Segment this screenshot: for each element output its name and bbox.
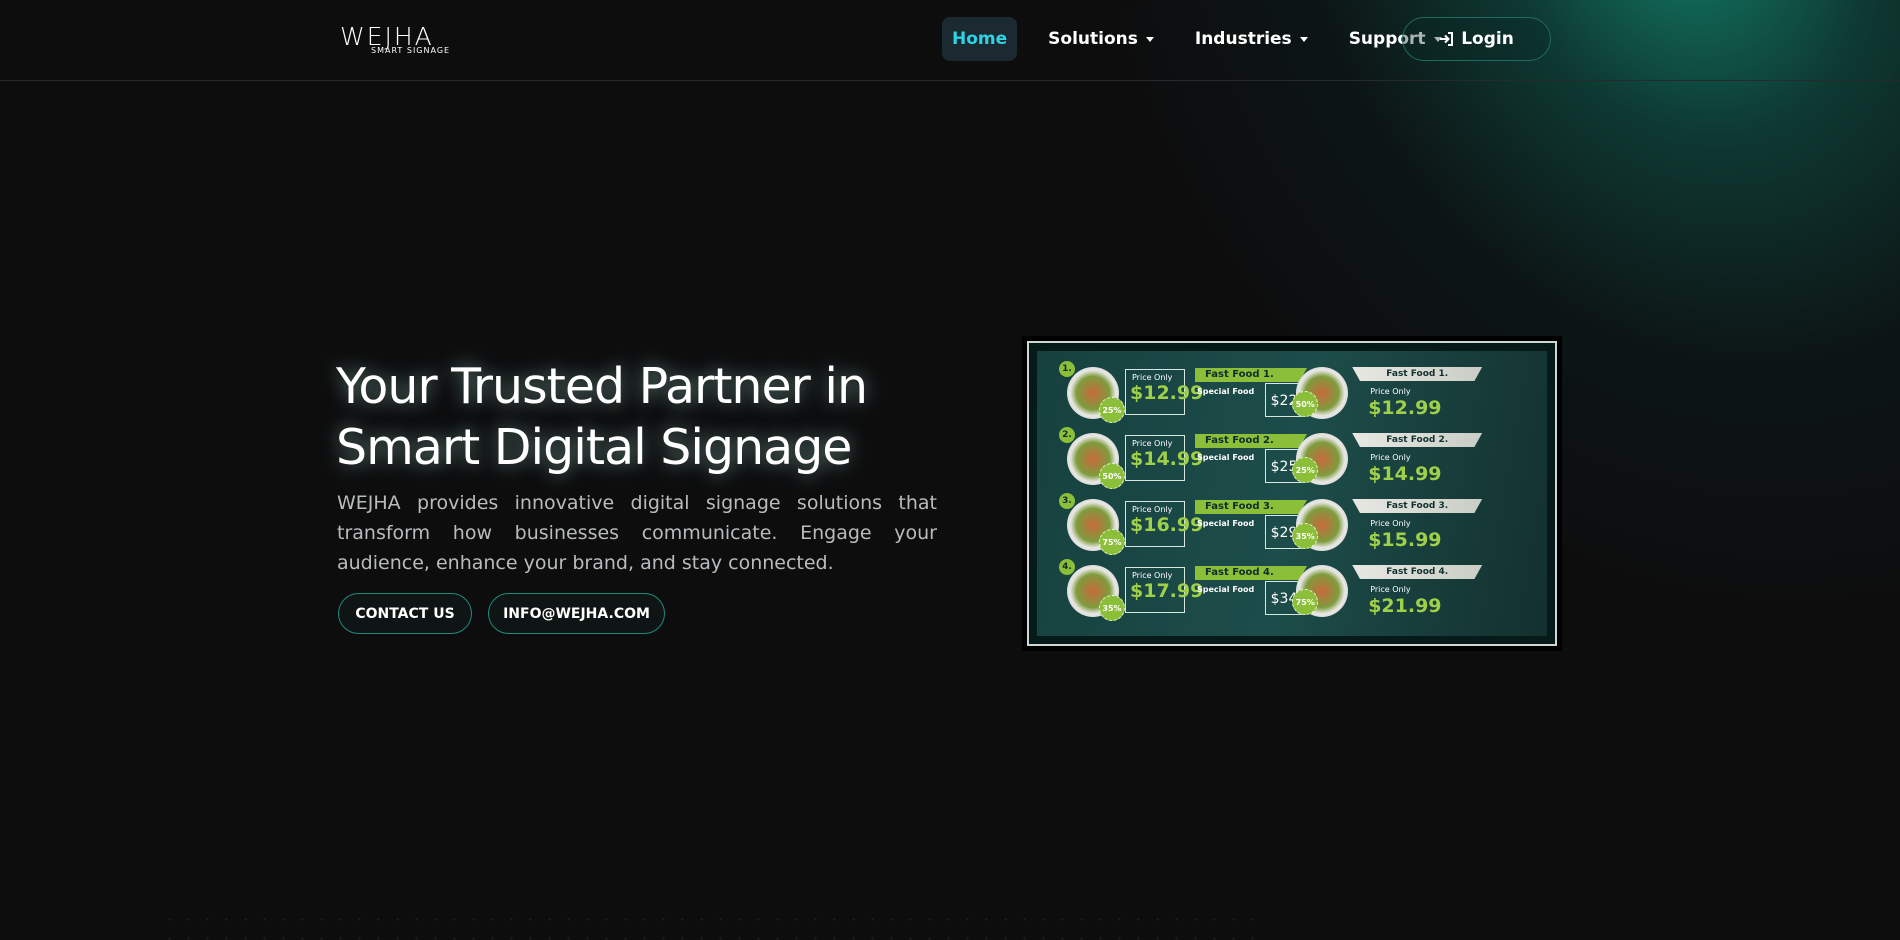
contact-us-button[interactable]: CONTACT US [338, 593, 472, 634]
price-label: Price Only [1370, 585, 1411, 594]
caret-down-icon [1299, 36, 1308, 42]
nav-item-label: Industries [1194, 29, 1292, 49]
item-tag: Fast Food 4. [1195, 566, 1307, 580]
item-tag: Fast Food 1. [1352, 367, 1483, 381]
price-label: Price Only [1132, 571, 1173, 580]
price-value: $21.99 [1368, 595, 1442, 617]
menu-item: 35% Fast Food 3. Price Only $15.99 [1292, 493, 1541, 559]
main-nav: Home Solutions Industries Support [942, 17, 1473, 61]
item-number: 4. [1059, 559, 1075, 575]
price-label: Price Only [1132, 439, 1173, 448]
item-tag: Fast Food 1. [1195, 368, 1307, 382]
item-tag: Fast Food 2. [1195, 434, 1307, 448]
menu-item: 2. 50% Price Only $14.99 Fast Food 2. Sp… [1045, 427, 1307, 493]
discount-badge: 75% [1099, 529, 1125, 555]
item-number: 3. [1059, 493, 1075, 509]
item-name: Special Food [1197, 519, 1255, 528]
discount-badge: 35% [1099, 595, 1125, 621]
menu-right-column: 50% Fast Food 1. Price Only $12.99 25% F… [1292, 361, 1541, 625]
price-label: Price Only [1370, 453, 1411, 462]
item-tag: Fast Food 3. [1352, 499, 1483, 513]
menu-item: 25% Fast Food 2. Price Only $14.99 [1292, 427, 1541, 493]
price-value: $16.99 [1130, 514, 1204, 536]
price-label: Price Only [1132, 505, 1173, 514]
price-value: $14.99 [1130, 448, 1204, 470]
menu-item: 3. 75% Price Only $16.99 Fast Food 3. Sp… [1045, 493, 1307, 559]
price-box: Price Only $14.99 [1125, 435, 1204, 481]
nav-item-solutions[interactable]: Solutions [1038, 17, 1164, 61]
login-label: Login [1461, 29, 1514, 49]
price-label: Price Only [1132, 373, 1173, 382]
discount-badge: 50% [1099, 463, 1125, 489]
item-tag: Fast Food 2. [1352, 433, 1483, 447]
signage-display-frame: 1. 25% Price Only $12.99 Fast Food 1. Sp… [1027, 341, 1557, 646]
nav-item-label: Home [952, 29, 1008, 49]
price-label: Price Only [1370, 519, 1411, 528]
price-value: $14.99 [1368, 463, 1442, 485]
price-value: $12.99 [1130, 382, 1204, 404]
hero-description: WEJHA provides innovative digital signag… [337, 492, 937, 574]
item-name: Special Food [1197, 585, 1255, 594]
hero-title: Your Trusted Partner in Smart Digital Si… [336, 356, 956, 478]
menu-item: 1. 25% Price Only $12.99 Fast Food 1. Sp… [1045, 361, 1307, 427]
caret-down-icon [1145, 36, 1154, 42]
item-number: 2. [1059, 427, 1075, 443]
price-value: $17.99 [1130, 580, 1204, 602]
menu-left-column: 1. 25% Price Only $12.99 Fast Food 1. Sp… [1045, 361, 1307, 625]
item-tag: Fast Food 3. [1195, 500, 1307, 514]
price-box: Price Only $12.99 [1125, 369, 1204, 415]
decorative-dot-grid [160, 910, 1260, 940]
discount-badge: 25% [1099, 397, 1125, 423]
menu-item: 4. 35% Price Only $17.99 Fast Food 4. Sp… [1045, 559, 1307, 625]
menu-item: 50% Fast Food 1. Price Only $12.99 [1292, 361, 1541, 427]
price-box: Price Only $16.99 [1125, 501, 1204, 547]
menu-board: 1. 25% Price Only $12.99 Fast Food 1. Sp… [1037, 351, 1547, 636]
menu-item: 75% Fast Food 4. Price Only $21.99 [1292, 559, 1541, 625]
nav-item-label: Solutions [1048, 29, 1138, 49]
item-name: Special Food [1197, 453, 1255, 462]
price-label: Price Only [1370, 387, 1411, 396]
navbar: WEJHA SMART SIGNAGE Home Solutions Indus… [0, 0, 1900, 81]
logo[interactable]: WEJHA SMART SIGNAGE [340, 24, 476, 56]
signage-display-image: 1. 25% Price Only $12.99 Fast Food 1. Sp… [1022, 336, 1562, 651]
hero-title-line-2: Smart Digital Signage [336, 419, 852, 476]
nav-item-home[interactable]: Home [942, 17, 1018, 61]
nav-item-industries[interactable]: Industries [1185, 17, 1318, 61]
item-name: Special Food [1197, 387, 1255, 396]
login-button[interactable]: Login [1402, 17, 1551, 61]
item-tag: Fast Food 4. [1352, 565, 1483, 579]
email-button[interactable]: INFO@WEJHA.COM [488, 593, 665, 634]
hero-title-line-1: Your Trusted Partner in [336, 358, 868, 415]
price-box: Price Only $17.99 [1125, 567, 1204, 613]
item-number: 1. [1059, 361, 1075, 377]
sign-in-icon [1439, 31, 1455, 47]
logo-tagline: SMART SIGNAGE [371, 46, 451, 55]
price-value: $15.99 [1368, 529, 1442, 551]
price-value: $12.99 [1368, 397, 1442, 419]
